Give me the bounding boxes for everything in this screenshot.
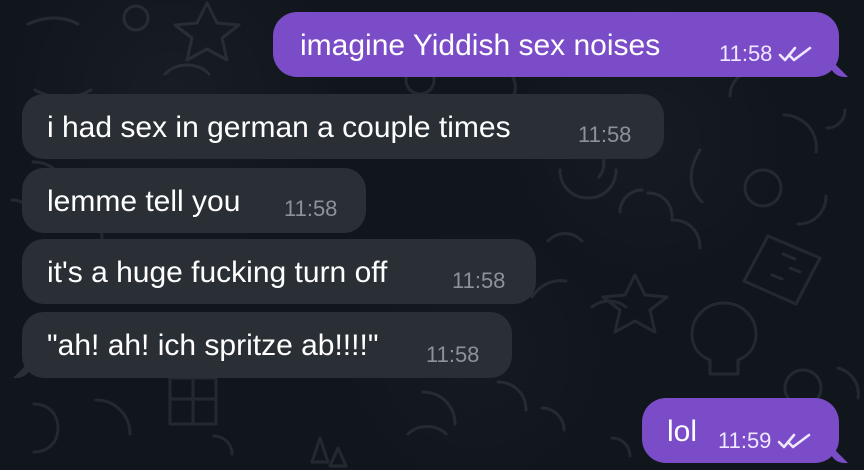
message-time: 11:58 — [426, 342, 480, 367]
message-bubble-outgoing-2: lol 11:59 — [642, 398, 839, 463]
message-text: "ah! ah! ich spritze ab!!!!" — [47, 329, 379, 362]
message-time: 11:58 — [284, 196, 338, 221]
message-bubble-outgoing-1: imagine Yiddish sex noises 11:58 — [273, 12, 839, 77]
message-time: 11:58 — [578, 122, 632, 147]
message-text: lol — [667, 415, 698, 448]
message-bubble-incoming-4: "ah! ah! ich spritze ab!!!!" 11:58 — [22, 312, 512, 378]
message-time: 11:58 — [452, 268, 506, 293]
message-meta: 11:58 — [284, 198, 337, 220]
message-meta: 11:58 — [578, 124, 631, 146]
message-text: imagine Yiddish sex noises — [300, 29, 661, 62]
message-bubble-incoming-3: it's a huge fucking turn off 11:58 — [22, 239, 536, 304]
message-bubble-incoming-1: i had sex in german a couple times 11:58 — [22, 94, 664, 159]
message-meta: 11:58 — [719, 43, 812, 65]
double-check-icon — [778, 433, 811, 449]
message-text: lemme tell you — [47, 185, 241, 218]
message-text: it's a huge fucking turn off — [47, 256, 388, 289]
double-check-icon — [779, 46, 812, 62]
message-time: 11:59 — [718, 428, 772, 453]
message-meta: 11:58 — [452, 270, 505, 292]
message-text: i had sex in german a couple times — [47, 111, 511, 144]
message-meta: 11:59 — [718, 430, 811, 452]
message-time: 11:58 — [719, 41, 773, 66]
chat-screen: imagine Yiddish sex noises 11:58 i had s… — [0, 0, 864, 470]
message-meta: 11:58 — [426, 344, 479, 366]
message-bubble-incoming-2: lemme tell you 11:58 — [22, 168, 366, 233]
